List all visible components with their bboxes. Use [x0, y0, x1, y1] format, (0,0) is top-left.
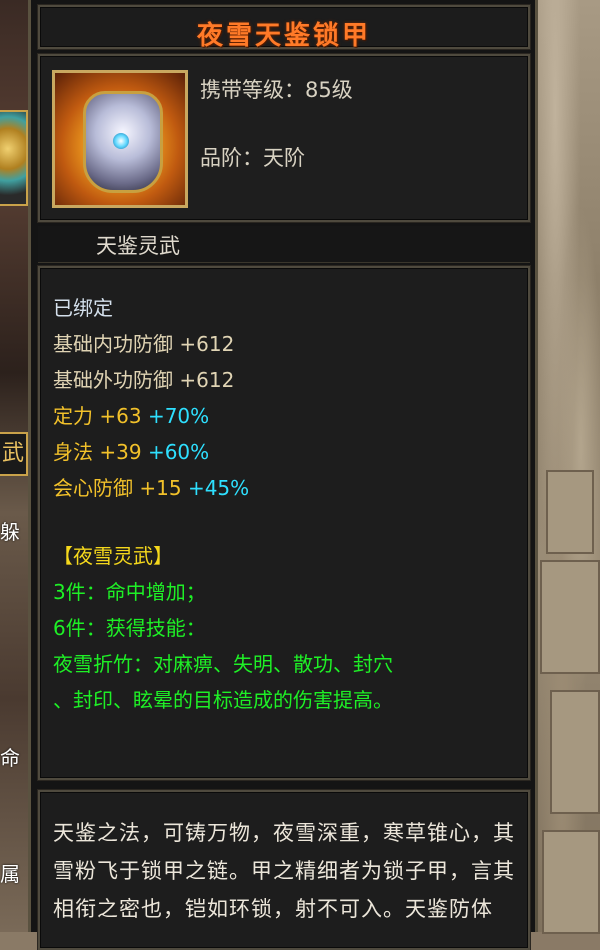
bound-status: 已绑定	[53, 296, 113, 320]
stat-row: 身法 +39 +60%	[53, 436, 209, 465]
background-stone	[542, 830, 600, 934]
item-name: 夜雪天鉴锁甲	[196, 21, 371, 51]
stat-row: 基础内功防御 +612	[53, 328, 234, 357]
background-left-text: 躲	[0, 520, 20, 544]
stat-label: 基础外功防御	[53, 368, 173, 392]
stat-bonus: +70%	[147, 404, 210, 428]
stat-value: +15	[139, 476, 182, 500]
armor-icon	[52, 70, 188, 208]
stat-value: +63	[99, 404, 142, 428]
background-item-slot-icon	[0, 110, 28, 206]
carry-level: 携带等级：85级	[200, 78, 353, 102]
background-stone	[546, 470, 594, 554]
item-grade: 品阶：天阶	[200, 146, 305, 170]
set-skill-line: 、封印、眩晕的目标造成的伤害提高。	[53, 688, 393, 712]
background-left-text: 属	[0, 862, 20, 886]
armor-gem	[113, 133, 129, 149]
stat-bonus: +45%	[187, 476, 250, 500]
stat-value: +612	[179, 332, 235, 356]
stat-row: 会心防御 +15 +45%	[53, 472, 249, 501]
stat-label: 基础内功防御	[53, 332, 173, 356]
item-tooltip: 夜雪天鉴锁甲 携带等级：85级 品阶：天阶 天鉴灵武 已绑定 基础内功防御 +6…	[28, 0, 538, 950]
set-name-label: 天鉴灵武	[96, 234, 180, 258]
stat-value: +39	[99, 440, 142, 464]
stat-row: 定力 +63 +70%	[53, 400, 209, 429]
set-skill-line: 夜雪折竹：对麻痹、失明、散功、封穴	[53, 652, 393, 676]
stat-label: 身法	[53, 440, 93, 464]
set-bonus-6: 6件：获得技能：	[53, 616, 206, 640]
stat-bonus: +60%	[147, 440, 210, 464]
item-stats-section: 已绑定 基础内功防御 +612 基础外功防御 +612 定力 +63 +70% …	[38, 266, 530, 780]
background-right-scene	[536, 0, 600, 934]
set-name-bar: 天鉴灵武	[38, 226, 530, 263]
item-description: 天鉴之法，可铸万物，夜雪深重，寒草锥心，其雪粉飞于锁甲之链。甲之精细者为锁子甲，…	[53, 821, 515, 921]
stat-value: +612	[179, 368, 235, 392]
set-bonus-3: 3件：命中增加；	[53, 580, 206, 604]
stat-row: 基础外功防御 +612	[53, 364, 234, 393]
background-stone	[540, 560, 600, 674]
background-stone	[550, 690, 600, 814]
item-description-section: 天鉴之法，可铸万物，夜雪深重，寒草锥心，其雪粉飞于锁甲之链。甲之精细者为锁子甲，…	[38, 790, 530, 950]
stat-label: 定力	[53, 404, 93, 428]
item-title-bar: 夜雪天鉴锁甲	[38, 5, 530, 51]
background-left-tag: 武	[0, 432, 28, 476]
set-title: 【夜雪灵武】	[53, 544, 173, 568]
background-left-text: 命	[0, 746, 20, 770]
item-info-section: 携带等级：85级 品阶：天阶	[38, 54, 530, 222]
stat-label: 会心防御	[53, 476, 133, 500]
